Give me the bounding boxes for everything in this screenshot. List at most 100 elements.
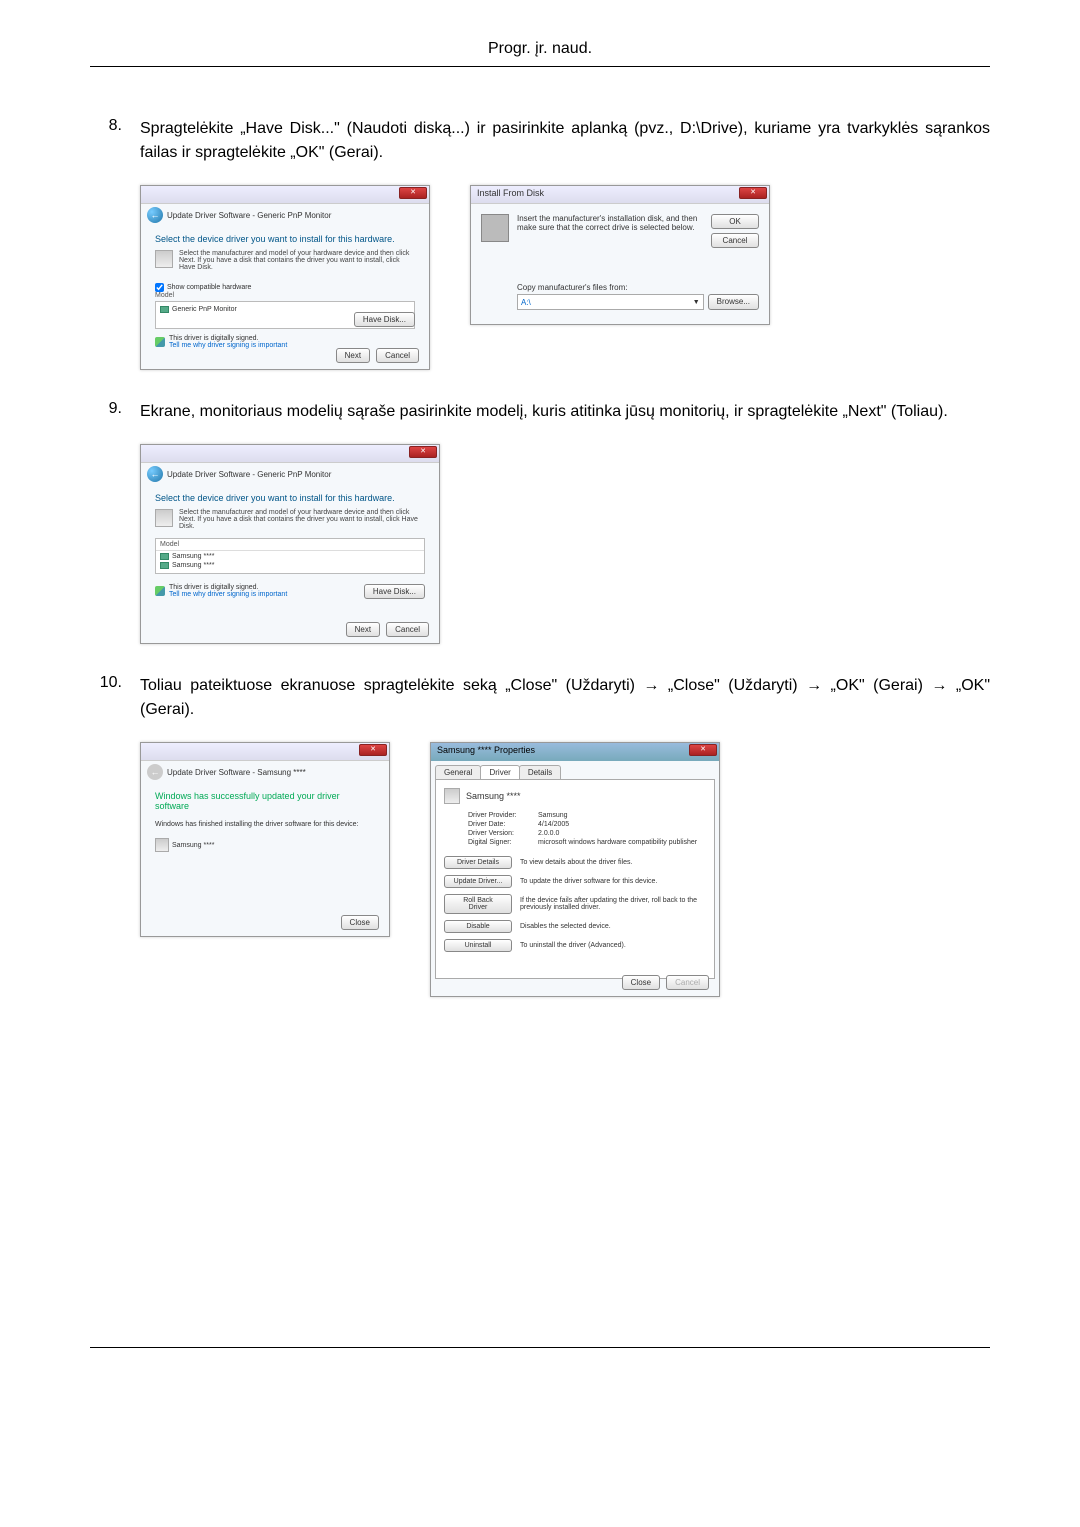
prop-row: Update Driver... To update the driver so… xyxy=(444,875,706,888)
nav-title: Update Driver Software - Generic PnP Mon… xyxy=(167,211,331,220)
step-9-screenshot: ✕ ← Update Driver Software - Generic PnP… xyxy=(140,444,990,644)
close-icon[interactable]: ✕ xyxy=(359,744,387,756)
close-button[interactable]: Close xyxy=(622,975,660,990)
monitor-icon xyxy=(444,788,460,804)
page-header: Progr. įr. naud. xyxy=(90,40,990,58)
instruction-list: 10. Toliau pateiktuose ekranuose spragte… xyxy=(90,674,990,722)
monitor-icon xyxy=(160,553,169,560)
copy-label: Copy manufacturer's files from: xyxy=(517,283,759,292)
header-rule xyxy=(90,66,990,67)
step-10: 10. Toliau pateiktuose ekranuose spragte… xyxy=(90,674,990,722)
dialog-footer: Next Cancel xyxy=(346,622,429,637)
tab-details[interactable]: Details xyxy=(519,765,561,779)
item-label: Samsung **** xyxy=(172,553,214,560)
device-name: Samsung **** xyxy=(172,842,214,849)
signing-link[interactable]: Tell me why driver signing is important xyxy=(169,342,287,349)
cancel-button[interactable]: Cancel xyxy=(376,348,419,363)
success-heading: Windows has successfully updated your dr… xyxy=(155,791,375,811)
rollback-button[interactable]: Roll Back Driver xyxy=(444,894,512,914)
driver-details-button[interactable]: Driver Details xyxy=(444,856,512,869)
model-list[interactable]: Model Samsung **** Samsung **** xyxy=(155,538,425,574)
instruction-list: 9. Ekrane, monitoriaus modelių sąraše pa… xyxy=(90,400,990,424)
version-label: Driver Version: xyxy=(468,830,538,837)
next-button[interactable]: Next xyxy=(336,348,370,363)
dialog-subtext: Select the manufacturer and model of you… xyxy=(179,509,425,530)
device-name: Samsung **** xyxy=(466,791,521,801)
dialog-footer: Next Cancel xyxy=(336,348,419,363)
nav-breadcrumb: ← Update Driver Software - Samsung **** xyxy=(141,761,389,783)
close-icon[interactable]: ✕ xyxy=(409,446,437,458)
compatible-checkbox[interactable] xyxy=(155,283,164,292)
step-number: 9. xyxy=(90,400,140,424)
dialog-title: Install From Disk xyxy=(477,188,544,198)
dialog-body: Windows has successfully updated your dr… xyxy=(141,783,389,860)
tab-driver[interactable]: Driver xyxy=(480,765,519,779)
list-item[interactable]: Samsung **** xyxy=(156,562,424,569)
close-icon[interactable]: ✕ xyxy=(399,187,427,199)
prop-row: Driver Details To view details about the… xyxy=(444,856,706,869)
tab-general[interactable]: General xyxy=(435,765,481,779)
have-disk-button[interactable]: Have Disk... xyxy=(354,312,415,327)
dialog-footer: Close Cancel xyxy=(622,975,709,990)
back-arrow-icon[interactable]: ← xyxy=(147,466,163,482)
dialog-heading: Select the device driver you want to ins… xyxy=(155,234,415,244)
path-value: A:\ xyxy=(521,298,531,307)
disable-button[interactable]: Disable xyxy=(444,920,512,933)
floppy-icon xyxy=(481,214,509,242)
model-header: Model xyxy=(155,292,415,299)
button-column: OK Cancel xyxy=(711,214,759,248)
compatible-checkbox-row: Show compatible hardware xyxy=(155,283,415,292)
step-text: Toliau pateiktuose ekranuose spragtelėki… xyxy=(140,674,990,722)
signed-text: This driver is digitally signed. xyxy=(169,335,287,342)
version-value: 2.0.0.0 xyxy=(538,830,559,837)
browse-button[interactable]: Browse... xyxy=(708,294,759,310)
driver-info-grid: Driver Provider:Samsung Driver Date:4/14… xyxy=(468,812,706,846)
copy-row: A:\ ▼ Browse... xyxy=(517,294,759,310)
prop-row: Disable Disables the selected device. xyxy=(444,920,706,933)
signer-label: Digital Signer: xyxy=(468,839,538,846)
uninstall-button[interactable]: Uninstall xyxy=(444,939,512,952)
back-arrow-icon[interactable]: ← xyxy=(147,207,163,223)
update-driver-button[interactable]: Update Driver... xyxy=(444,875,512,888)
step-text: Spragtelėkite „Have Disk..." (Naudoti di… xyxy=(140,117,990,165)
shield-icon xyxy=(155,337,165,347)
signed-text: This driver is digitally signed. xyxy=(169,584,287,591)
tab-content: Samsung **** Driver Provider:Samsung Dri… xyxy=(435,779,715,979)
path-dropdown[interactable]: A:\ ▼ xyxy=(517,294,704,310)
monitor-icon xyxy=(160,306,169,313)
disk-icon xyxy=(155,509,173,527)
step-number: 8. xyxy=(90,117,140,165)
close-icon[interactable]: ✕ xyxy=(689,744,717,756)
chevron-down-icon: ▼ xyxy=(693,299,700,306)
list-item[interactable]: Samsung **** xyxy=(156,553,424,560)
checkbox-label: Show compatible hardware xyxy=(167,284,251,291)
window-titlebar: Install From Disk ✕ xyxy=(471,186,769,204)
dialog-title: Samsung **** Properties xyxy=(437,745,535,755)
dialog-subtext-row: Select the manufacturer and model of you… xyxy=(155,509,425,530)
step-number: 10. xyxy=(90,674,140,722)
have-disk-button[interactable]: Have Disk... xyxy=(364,584,425,599)
item-label: Samsung **** xyxy=(172,562,214,569)
signer-value: microsoft windows hardware compatibility… xyxy=(538,839,697,846)
disk-icon xyxy=(155,250,173,268)
desc-text: To view details about the driver files. xyxy=(520,859,706,866)
monitor-icon xyxy=(160,562,169,569)
dialog-footer: Close xyxy=(341,915,379,930)
close-icon[interactable]: ✕ xyxy=(739,187,767,199)
tab-row: General Driver Details xyxy=(431,761,719,779)
item-label: Generic PnP Monitor xyxy=(172,306,237,313)
close-button[interactable]: Close xyxy=(341,915,379,930)
copy-from-section: Copy manufacturer's files from: A:\ ▼ Br… xyxy=(517,283,759,310)
cancel-button: Cancel xyxy=(666,975,709,990)
step-10-screenshots: ✕ ← Update Driver Software - Samsung ***… xyxy=(140,742,990,997)
date-value: 4/14/2005 xyxy=(538,821,569,828)
dialog-body: Select the device driver you want to ins… xyxy=(141,226,429,357)
cancel-button[interactable]: Cancel xyxy=(386,622,429,637)
ok-button[interactable]: OK xyxy=(711,214,759,229)
next-button[interactable]: Next xyxy=(346,622,380,637)
signing-link[interactable]: Tell me why driver signing is important xyxy=(169,591,287,598)
shield-icon xyxy=(155,586,165,596)
desc-text: If the device fails after updating the d… xyxy=(520,897,706,911)
monitor-icon xyxy=(155,838,169,852)
cancel-button[interactable]: Cancel xyxy=(711,233,759,248)
